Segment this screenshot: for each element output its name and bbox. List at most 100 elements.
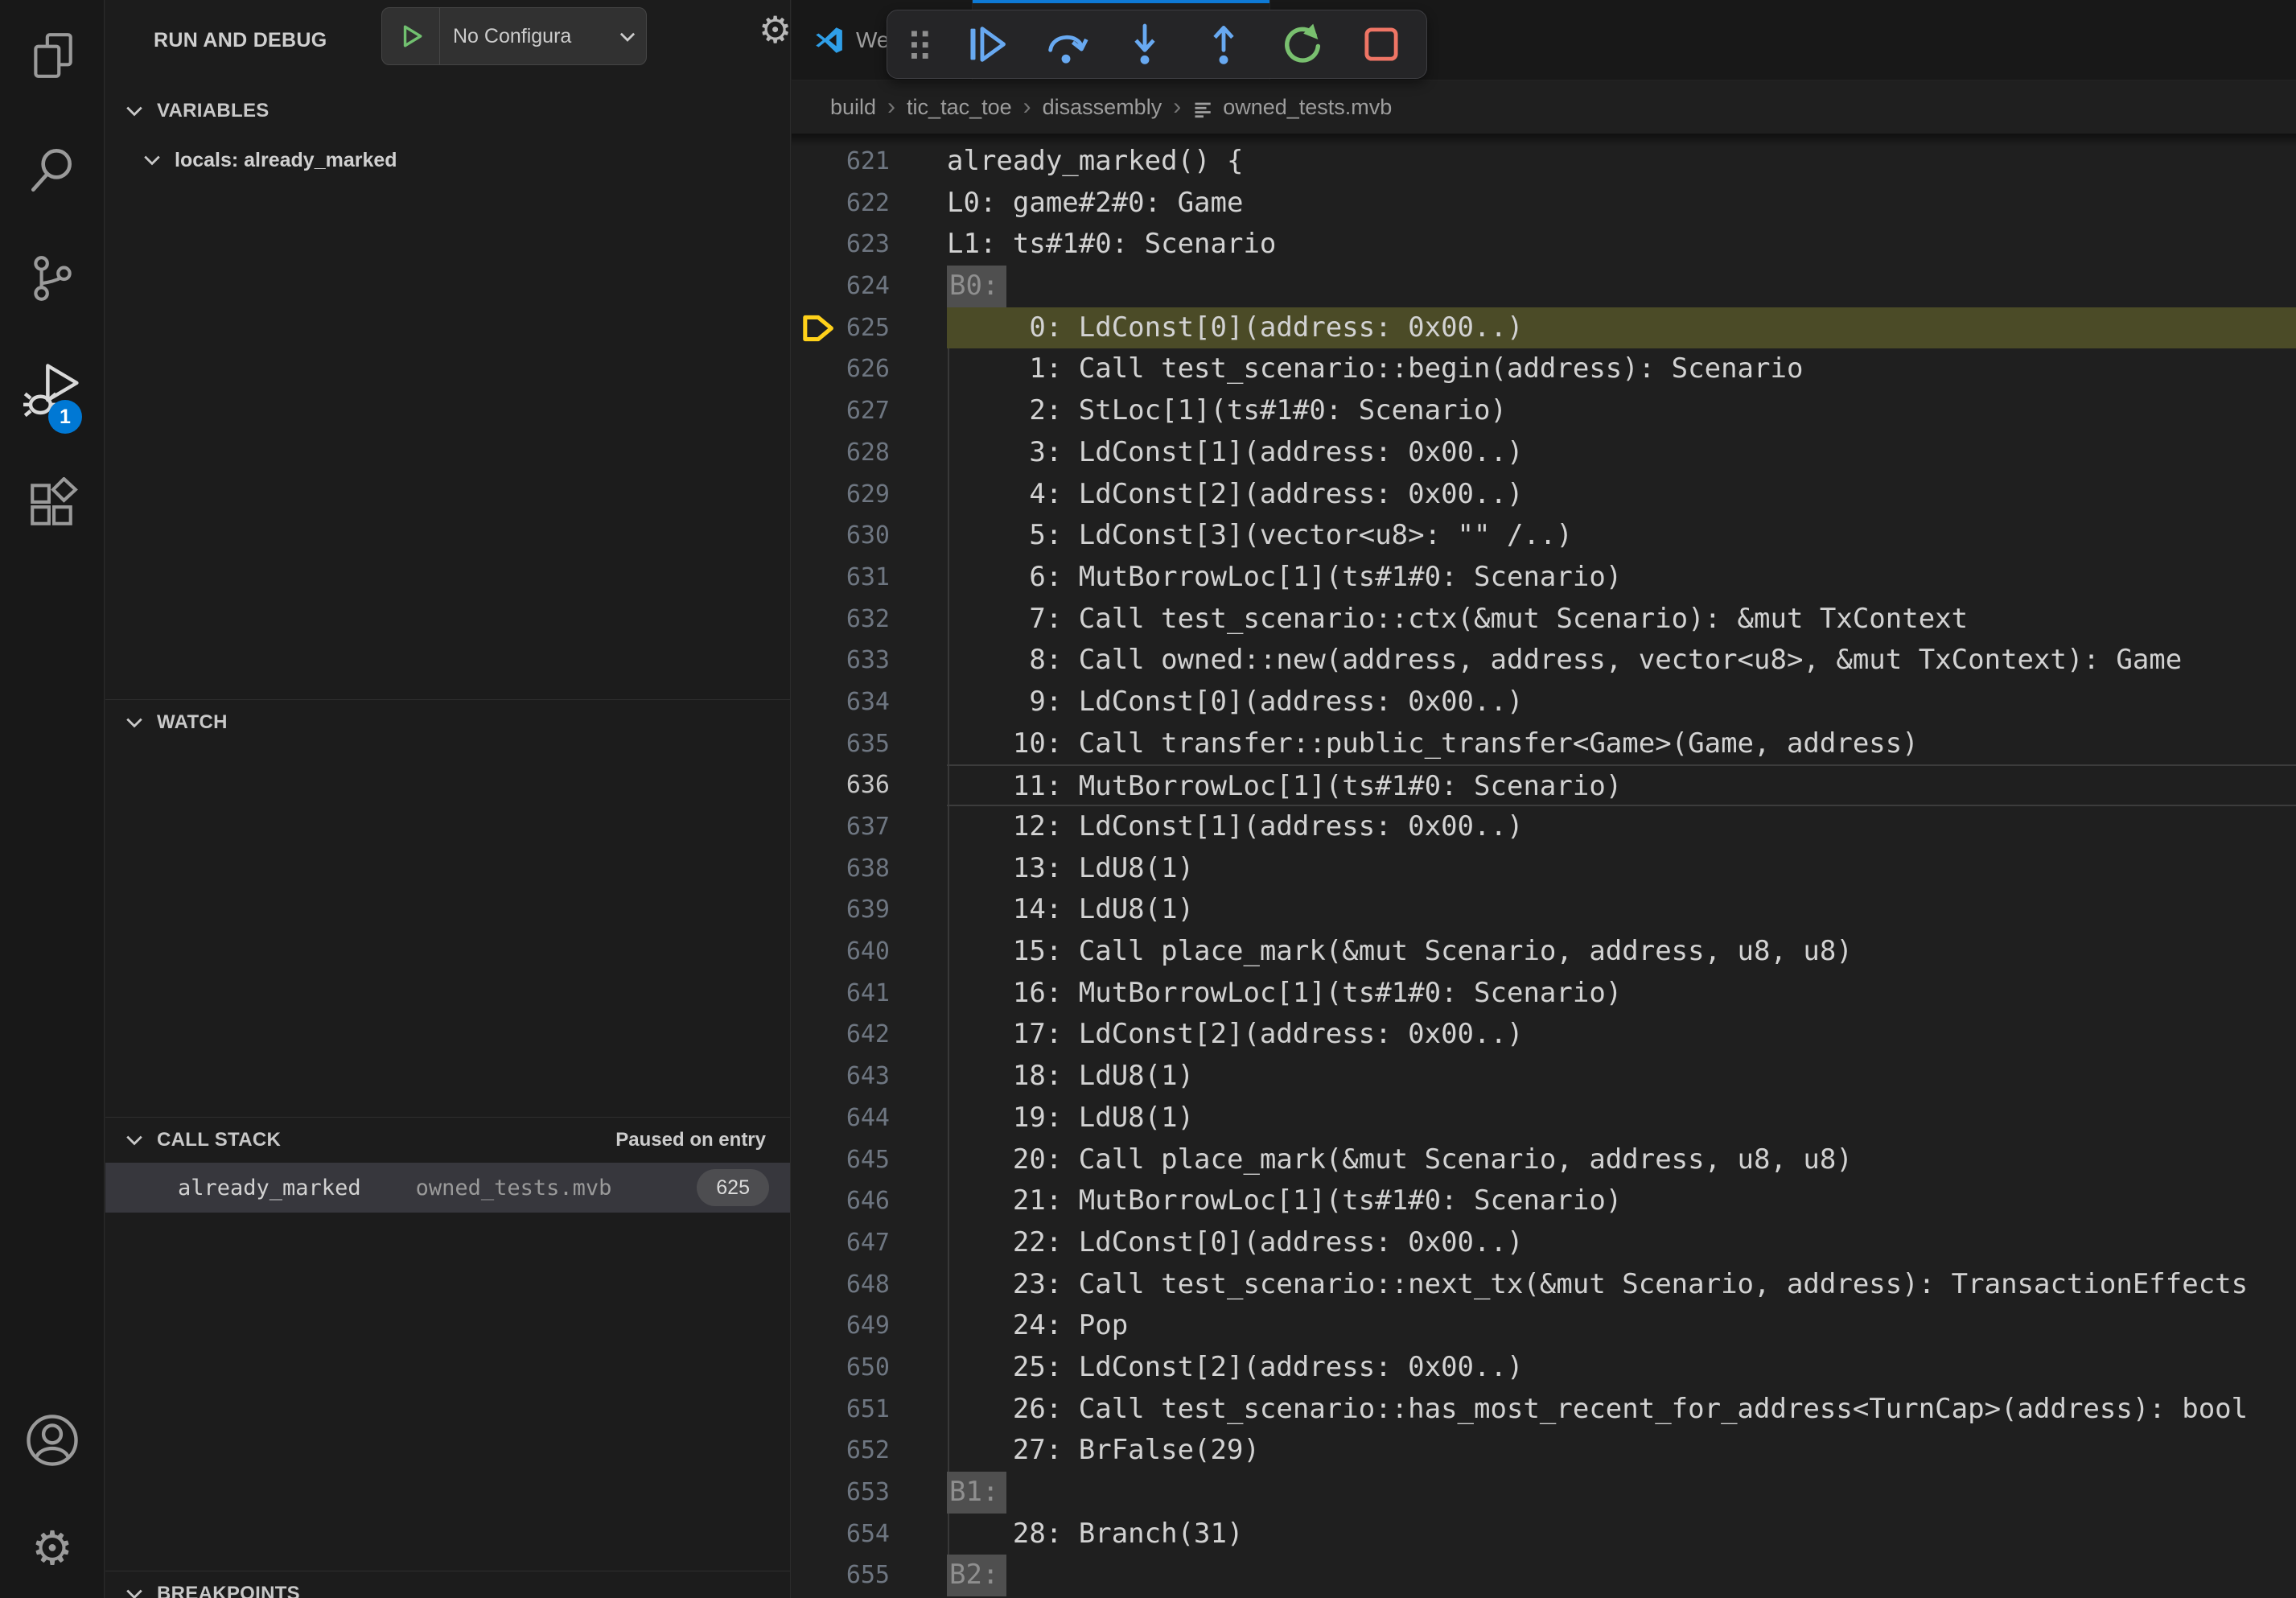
code-line[interactable]: 645 20: Call place_mark(&mut Scenario, a… bbox=[792, 1139, 2296, 1181]
toolbar-drag-handle[interactable] bbox=[899, 16, 942, 72]
code-line[interactable]: 652 27: BrFalse(29) bbox=[792, 1430, 2296, 1472]
code-line[interactable]: 655B2: bbox=[792, 1555, 2296, 1596]
gutter-glyph-margin[interactable] bbox=[792, 848, 837, 890]
code-line[interactable]: 640 15: Call place_mark(&mut Scenario, a… bbox=[792, 931, 2296, 973]
gutter-glyph-margin[interactable] bbox=[792, 1472, 837, 1514]
code-line[interactable]: 630 5: LdConst[3](vector<u8>: "" /..) bbox=[792, 515, 2296, 557]
gutter-glyph-margin[interactable] bbox=[792, 183, 837, 224]
line-number[interactable]: 644 bbox=[837, 1098, 890, 1139]
stop-button[interactable] bbox=[1348, 16, 1415, 72]
gutter-glyph-margin[interactable] bbox=[792, 1347, 837, 1389]
code-line[interactable]: 651 26: Call test_scenario::has_most_rec… bbox=[792, 1389, 2296, 1431]
code-line[interactable]: 650 25: LdConst[2](address: 0x00..) bbox=[792, 1347, 2296, 1389]
call-stack-frame-row[interactable]: already_marked owned_tests.mvb 625 bbox=[105, 1163, 790, 1213]
line-number[interactable]: 633 bbox=[837, 640, 890, 682]
gutter-glyph-margin[interactable] bbox=[792, 1222, 837, 1264]
gutter-glyph-margin[interactable] bbox=[792, 889, 837, 931]
code-line[interactable]: 631 6: MutBorrowLoc[1](ts#1#0: Scenario) bbox=[792, 557, 2296, 599]
sidebar-item-extensions[interactable] bbox=[0, 459, 105, 548]
step-into-button[interactable] bbox=[1111, 16, 1179, 72]
line-number[interactable]: 637 bbox=[837, 806, 890, 848]
code-line[interactable]: 629 4: LdConst[2](address: 0x00..) bbox=[792, 474, 2296, 516]
debug-settings-gear-icon[interactable]: ⚙ bbox=[759, 11, 792, 48]
gutter-glyph-margin[interactable] bbox=[792, 1139, 837, 1181]
settings-button[interactable]: ⚙ bbox=[0, 1504, 105, 1592]
code-line[interactable]: 647 22: LdConst[0](address: 0x00..) bbox=[792, 1222, 2296, 1264]
code-line[interactable]: 636 11: MutBorrowLoc[1](ts#1#0: Scenario… bbox=[792, 764, 2296, 806]
line-number[interactable]: 628 bbox=[837, 432, 890, 474]
gutter-glyph-margin[interactable] bbox=[792, 764, 837, 806]
gutter-glyph-margin[interactable] bbox=[792, 224, 837, 266]
code-line[interactable]: 638 13: LdU8(1) bbox=[792, 848, 2296, 890]
code-line[interactable]: 646 21: MutBorrowLoc[1](ts#1#0: Scenario… bbox=[792, 1180, 2296, 1222]
code-line[interactable]: 639 14: LdU8(1) bbox=[792, 889, 2296, 931]
gutter-glyph-margin[interactable] bbox=[792, 640, 837, 682]
code-line[interactable]: 628 3: LdConst[1](address: 0x00..) bbox=[792, 432, 2296, 474]
gutter-glyph-margin[interactable] bbox=[792, 515, 837, 557]
gutter-glyph-margin[interactable] bbox=[792, 1514, 837, 1555]
code-line[interactable]: 642 17: LdConst[2](address: 0x00..) bbox=[792, 1014, 2296, 1056]
call-stack-section-header[interactable]: CALL STACK Paused on entry bbox=[105, 1117, 790, 1162]
gutter-glyph-margin[interactable] bbox=[792, 141, 837, 183]
line-number[interactable]: 652 bbox=[837, 1430, 890, 1472]
line-number[interactable]: 627 bbox=[837, 390, 890, 432]
code-line[interactable]: 654 28: Branch(31) bbox=[792, 1514, 2296, 1555]
line-number[interactable]: 647 bbox=[837, 1222, 890, 1264]
code-line[interactable]: 634 9: LdConst[0](address: 0x00..) bbox=[792, 682, 2296, 723]
code-line[interactable]: 653B1: bbox=[792, 1472, 2296, 1514]
gutter-glyph-margin[interactable] bbox=[792, 266, 837, 307]
line-number[interactable]: 622 bbox=[837, 183, 890, 224]
code-line[interactable]: 632 7: Call test_scenario::ctx(&mut Scen… bbox=[792, 599, 2296, 640]
line-number[interactable]: 634 bbox=[837, 682, 890, 723]
code-line[interactable]: 644 19: LdU8(1) bbox=[792, 1098, 2296, 1139]
line-number[interactable]: 625 bbox=[837, 307, 890, 349]
gutter-glyph-margin[interactable] bbox=[792, 1264, 837, 1306]
code-line[interactable]: 637 12: LdConst[1](address: 0x00..) bbox=[792, 806, 2296, 848]
sidebar-item-search[interactable] bbox=[0, 125, 105, 213]
gutter-glyph-margin[interactable] bbox=[792, 474, 837, 516]
restart-button[interactable] bbox=[1269, 16, 1336, 72]
start-debug-button[interactable] bbox=[382, 8, 440, 64]
variables-scope-row[interactable]: locals: already_marked bbox=[105, 137, 790, 183]
line-number[interactable]: 646 bbox=[837, 1180, 890, 1222]
gutter-glyph-margin[interactable] bbox=[792, 1180, 837, 1222]
sidebar-item-explorer[interactable] bbox=[0, 12, 105, 101]
gutter-glyph-margin[interactable] bbox=[792, 806, 837, 848]
code-line[interactable]: 623L1: ts#1#0: Scenario bbox=[792, 224, 2296, 266]
gutter-glyph-margin[interactable] bbox=[792, 723, 837, 765]
gutter-glyph-margin[interactable] bbox=[792, 1014, 837, 1056]
line-number[interactable]: 651 bbox=[837, 1389, 890, 1431]
line-number[interactable]: 624 bbox=[837, 266, 890, 307]
gutter-glyph-margin[interactable] bbox=[792, 973, 837, 1015]
gutter-glyph-margin[interactable] bbox=[792, 432, 837, 474]
line-number[interactable]: 654 bbox=[837, 1514, 890, 1555]
gutter-glyph-margin[interactable] bbox=[792, 682, 837, 723]
step-out-button[interactable] bbox=[1190, 16, 1257, 72]
line-number[interactable]: 640 bbox=[837, 931, 890, 973]
gutter-glyph-margin[interactable] bbox=[792, 931, 837, 973]
line-number[interactable]: 635 bbox=[837, 723, 890, 765]
sidebar-item-source-control[interactable] bbox=[0, 234, 105, 323]
line-number[interactable]: 641 bbox=[837, 973, 890, 1015]
line-number[interactable]: 623 bbox=[837, 224, 890, 266]
gutter-glyph-margin[interactable] bbox=[792, 557, 837, 599]
line-number[interactable]: 653 bbox=[837, 1472, 890, 1514]
line-number[interactable]: 636 bbox=[837, 764, 890, 806]
gutter-glyph-margin[interactable] bbox=[792, 1305, 837, 1347]
watch-section-header[interactable]: WATCH bbox=[105, 699, 790, 744]
breadcrumb-item-build[interactable]: build bbox=[830, 95, 876, 120]
line-number[interactable]: 630 bbox=[837, 515, 890, 557]
breakpoints-section-header[interactable]: BREAKPOINTS bbox=[105, 1571, 790, 1598]
code-editor[interactable]: 621already_marked() {622L0: game#2#0: Ga… bbox=[792, 134, 2296, 1598]
line-number[interactable]: 638 bbox=[837, 848, 890, 890]
line-number[interactable]: 631 bbox=[837, 557, 890, 599]
gutter-glyph-margin[interactable] bbox=[792, 1555, 837, 1596]
breadcrumb-item-tic-tac-toe[interactable]: tic_tac_toe bbox=[907, 95, 1012, 120]
code-line[interactable]: 641 16: MutBorrowLoc[1](ts#1#0: Scenario… bbox=[792, 973, 2296, 1015]
code-line[interactable]: 648 23: Call test_scenario::next_tx(&mut… bbox=[792, 1264, 2296, 1306]
continue-button[interactable] bbox=[953, 16, 1021, 72]
gutter-glyph-margin[interactable] bbox=[792, 348, 837, 390]
gutter-glyph-margin[interactable] bbox=[792, 1389, 837, 1431]
code-line[interactable]: 643 18: LdU8(1) bbox=[792, 1056, 2296, 1098]
code-line[interactable]: 649 24: Pop bbox=[792, 1305, 2296, 1347]
